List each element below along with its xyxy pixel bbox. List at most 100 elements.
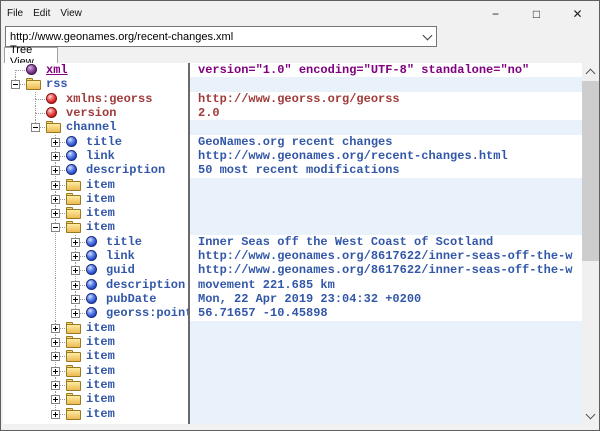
maximize-button[interactable]: □ xyxy=(516,2,557,25)
menu-item-file[interactable]: File xyxy=(2,8,28,19)
element-orb-icon xyxy=(86,250,97,261)
minimize-button[interactable]: − xyxy=(475,2,516,25)
window-controls: − □ ✕ xyxy=(475,2,598,25)
tree-node-label[interactable]: georss:point xyxy=(106,306,188,320)
minus-glyph xyxy=(53,227,58,228)
expand-toggle[interactable] xyxy=(71,281,80,290)
tree-node-label[interactable]: item xyxy=(86,321,115,335)
tree-row[interactable]: title xyxy=(3,135,188,149)
expand-toggle[interactable] xyxy=(51,367,60,376)
value-text: movement 221.685 km xyxy=(190,278,582,292)
tree-node-label[interactable]: item xyxy=(86,378,115,392)
tree-node-label[interactable]: pubDate xyxy=(106,292,156,306)
folder-icon xyxy=(66,365,81,377)
tree-row[interactable]: version xyxy=(3,106,188,120)
tree-row[interactable]: item xyxy=(3,349,188,363)
tree-node-label[interactable]: title xyxy=(106,235,142,249)
tree-row[interactable]: item xyxy=(3,392,188,406)
expand-toggle[interactable] xyxy=(51,381,60,390)
tree-row[interactable]: description xyxy=(3,163,188,177)
tree-row[interactable]: rss xyxy=(3,77,188,91)
tree-row[interactable]: title xyxy=(3,235,188,249)
tree-connector-line xyxy=(35,99,36,106)
expand-toggle[interactable] xyxy=(51,338,60,347)
tree-row[interactable]: xml xyxy=(3,63,188,77)
close-button[interactable]: ✕ xyxy=(557,2,598,25)
address-dropdown-button[interactable] xyxy=(418,27,436,46)
expand-toggle[interactable] xyxy=(51,181,60,190)
tree-row[interactable]: channel xyxy=(3,120,188,134)
tree-row[interactable]: link xyxy=(3,249,188,263)
menu-item-edit[interactable]: Edit xyxy=(28,8,55,19)
expand-toggle[interactable] xyxy=(51,209,60,218)
expand-toggle[interactable] xyxy=(51,352,60,361)
collapse-toggle[interactable] xyxy=(51,223,60,232)
tree-row[interactable]: pubDate xyxy=(3,292,188,306)
tree-row[interactable]: item xyxy=(3,407,188,421)
collapse-toggle[interactable] xyxy=(31,123,40,132)
tree-node-label[interactable]: item xyxy=(86,206,115,220)
tree-node-label[interactable]: item xyxy=(86,335,115,349)
expand-toggle[interactable] xyxy=(51,395,60,404)
tree-node-label[interactable]: item xyxy=(86,407,115,421)
expand-toggle[interactable] xyxy=(51,152,60,161)
tree-connector-line xyxy=(55,306,56,320)
scrollbar-thumb[interactable] xyxy=(582,81,599,261)
tree-node-label[interactable]: item xyxy=(86,192,115,206)
tree-node-label[interactable]: guid xyxy=(106,263,135,277)
tree-node-label[interactable]: xmlns:georss xyxy=(66,92,152,106)
expand-toggle[interactable] xyxy=(71,238,80,247)
menu-item-view[interactable]: View xyxy=(55,8,87,19)
maximize-icon: □ xyxy=(533,7,540,21)
expand-toggle[interactable] xyxy=(71,295,80,304)
folder-icon xyxy=(66,336,81,348)
tree-row[interactable]: item xyxy=(3,192,188,206)
folder-body xyxy=(66,410,81,420)
value-row: http://www.geonames.org/8617622/inner-se… xyxy=(190,263,582,277)
tree-row[interactable]: xmlns:georss xyxy=(3,92,188,106)
tree-pane[interactable]: xmlrssxmlns:georssversionchanneltitlelin… xyxy=(3,63,188,424)
tree-node-label[interactable]: channel xyxy=(66,120,116,134)
collapse-toggle[interactable] xyxy=(11,80,20,89)
tree-node-label[interactable]: item xyxy=(86,364,115,378)
tree-row[interactable]: item xyxy=(3,178,188,192)
tree-node-label[interactable]: title xyxy=(86,135,122,149)
tree-row[interactable]: guid xyxy=(3,263,188,277)
tree-row[interactable]: item xyxy=(3,364,188,378)
close-icon: ✕ xyxy=(572,7,582,21)
expand-toggle[interactable] xyxy=(71,252,80,261)
expand-toggle[interactable] xyxy=(51,410,60,419)
tree-node-label[interactable]: item xyxy=(86,178,115,192)
expand-toggle[interactable] xyxy=(51,138,60,147)
tree-node-label[interactable]: xml xyxy=(46,63,68,77)
tree-node-label[interactable]: link xyxy=(86,149,115,163)
tree-row[interactable]: item xyxy=(3,206,188,220)
scroll-up-button[interactable] xyxy=(582,63,599,80)
tree-node-label[interactable]: item xyxy=(86,220,115,234)
expand-toggle[interactable] xyxy=(51,324,60,333)
vertical-scrollbar[interactable] xyxy=(582,63,599,424)
tree-node-label[interactable]: version xyxy=(66,106,116,120)
tab-tree-view[interactable]: Tree View xyxy=(4,47,58,64)
scroll-down-button[interactable] xyxy=(582,407,599,424)
tree-row[interactable]: description xyxy=(3,278,188,292)
tree-node-label[interactable]: link xyxy=(106,249,135,263)
tree-node-label[interactable]: item xyxy=(86,349,115,363)
address-input[interactable] xyxy=(6,31,418,43)
tree-row[interactable]: item xyxy=(3,220,188,234)
tree-node-label[interactable]: description xyxy=(86,163,165,177)
tree-node-label[interactable]: rss xyxy=(46,77,68,91)
expand-toggle[interactable] xyxy=(51,166,60,175)
value-row: GeoNames.org recent changes xyxy=(190,135,582,149)
tree-row[interactable]: item xyxy=(3,378,188,392)
expand-toggle[interactable] xyxy=(71,266,80,275)
address-combobox[interactable] xyxy=(5,26,437,47)
tree-row[interactable]: georss:point xyxy=(3,306,188,320)
expand-toggle[interactable] xyxy=(51,195,60,204)
expand-toggle[interactable] xyxy=(71,309,80,318)
tree-node-label[interactable]: description xyxy=(106,278,185,292)
tree-row[interactable]: item xyxy=(3,335,188,349)
tree-row[interactable]: item xyxy=(3,321,188,335)
tree-row[interactable]: link xyxy=(3,149,188,163)
tree-node-label[interactable]: item xyxy=(86,392,115,406)
